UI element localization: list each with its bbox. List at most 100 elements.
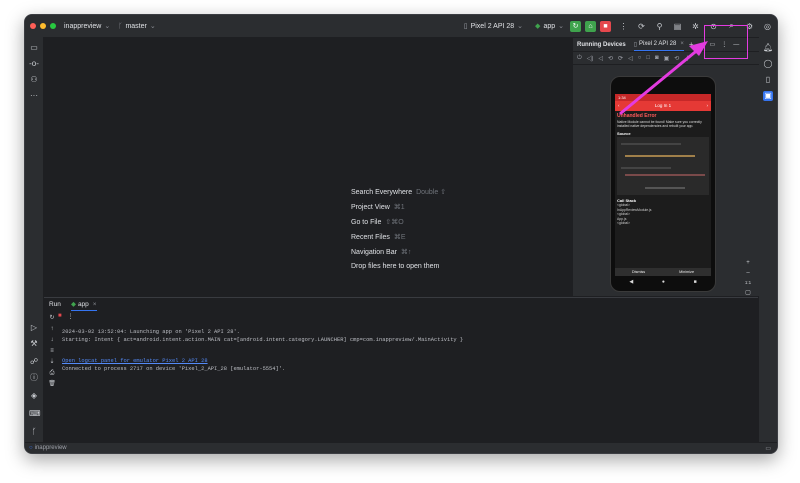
run-config-name: app [543, 22, 556, 30]
scroll-to-end-icon[interactable]: ⇣ [46, 357, 58, 368]
error-message: Native Module cannot be found! Make sure… [617, 120, 702, 128]
rerun-button[interactable]: ↻ [570, 20, 581, 32]
scroll-up-icon[interactable]: ↑ [46, 324, 58, 335]
app-quality-icon[interactable]: ◈ [29, 391, 39, 401]
source-label: Source [617, 131, 631, 136]
hint-shortcut: ⌘↑ [400, 249, 412, 256]
device-name: Pixel 2 API 28 [470, 22, 515, 30]
bug-icon[interactable]: ✲ [690, 21, 701, 32]
minimize-window-button[interactable] [40, 23, 46, 29]
hint-label: Recent Files [351, 234, 390, 241]
hint-label: Navigation Bar [351, 249, 397, 256]
version-control-icon[interactable]: ᚴ [29, 427, 39, 437]
close-window-button[interactable] [30, 23, 36, 29]
editor-empty-area: Search Everywhere Double ⇧ Project View ⌘1… [44, 38, 571, 296]
running-devices-tool-icon[interactable]: ▣ [763, 91, 773, 101]
extended-controls-icon[interactable]: ⋮ [684, 55, 690, 62]
device-tab[interactable]: ▯ Pixel 2 API 28 × [633, 38, 684, 51]
zoom-actual-icon[interactable]: 1:1 [743, 278, 753, 288]
sync-gradle-icon[interactable]: ⟳ [636, 21, 647, 32]
logcat-icon[interactable]: ☍ [29, 357, 39, 367]
zoom-out-icon[interactable]: – [743, 268, 753, 278]
run-config-selector[interactable]: ◆ app ⌄ [535, 22, 564, 31]
device-selector[interactable]: ▯ Pixel 2 API 28 ⌄ [463, 22, 524, 31]
rotate-right-icon[interactable]: ⟳ [618, 55, 623, 62]
status-project-name[interactable]: inappreview [35, 445, 67, 451]
redbox-body: Unhandled Error Native Module cannot be … [615, 111, 711, 276]
phone-icon: ▯ [463, 23, 468, 30]
rerun-icon[interactable]: ↻ [46, 313, 58, 324]
android-nav-bar: ◀ ● ■ [615, 277, 711, 287]
memory-indicator-icon[interactable]: ▭ [765, 445, 771, 452]
branch-name: master [125, 22, 147, 30]
scroll-down-icon[interactable]: ↓ [46, 335, 58, 346]
problems-icon[interactable]: ⓘ [29, 373, 39, 383]
commit-icon[interactable]: -o- [29, 59, 39, 69]
run-tool-icon[interactable]: ▷ [29, 323, 39, 333]
hint-drop-files: Drop files here to open them [351, 263, 439, 270]
folder-icon[interactable]: ▭ [29, 43, 39, 53]
minimize-button[interactable]: Minimize [679, 268, 694, 276]
hint-navigation-bar: Navigation Bar ⌘↑ [351, 248, 411, 256]
terminal-icon[interactable]: ⌨ [29, 409, 41, 419]
run-tool-window: Run ◆ app × ↻ ↑ ↓ ≡ ⇣ ⎙ 🗑︎ ■ ⋮ 2024-03-0… [44, 297, 758, 444]
project-circle-icon: ○ [29, 445, 33, 451]
notifications-icon[interactable]: 🔔︎ [763, 43, 773, 53]
device-file-icon[interactable]: ▯ [763, 75, 773, 85]
nav-home-icon[interactable]: ● [662, 279, 665, 285]
power-icon[interactable]: ⏻ [577, 55, 582, 62]
home-icon[interactable]: ○ [638, 55, 642, 61]
screenshot-icon[interactable]: ◙ [655, 55, 659, 61]
hint-search-everywhere: Search Everywhere Double ⇧ [351, 188, 446, 196]
prev-arrow-icon[interactable]: ‹ [618, 101, 620, 111]
chevron-down-icon: ⌄ [517, 23, 524, 30]
screen-record-icon[interactable]: ▣ [664, 55, 670, 62]
account-icon[interactable]: ◎ [762, 21, 773, 32]
more-tools-icon[interactable]: ··· [29, 91, 39, 101]
add-device-icon[interactable]: + [689, 40, 694, 49]
console-line: 2024-03-02 13:52:04: Launching app on 'P… [62, 329, 240, 335]
rotate-left-icon[interactable]: ⟲ [608, 55, 613, 62]
source-snippet [617, 137, 709, 195]
close-tab-icon[interactable]: × [680, 41, 684, 47]
maximize-window-button[interactable] [50, 23, 56, 29]
run-more-icon[interactable]: ⋮ [68, 313, 74, 320]
nav-recents-icon[interactable]: ■ [694, 279, 697, 285]
phone-icon: ▯ [633, 41, 637, 48]
print-icon[interactable]: ⎙ [46, 368, 58, 379]
project-selector[interactable]: inappreview ⌄ [64, 22, 110, 31]
status-bar: 1:34 [615, 94, 711, 101]
emulator-screen[interactable]: 1:34 ‹ Log In 1 › Unhandled Error Native… [615, 94, 711, 276]
nav-back-icon[interactable]: ◀ [629, 279, 633, 285]
more-actions-icon[interactable]: ⋮ [618, 21, 629, 32]
stop-square-icon[interactable]: ■ [58, 313, 62, 320]
soft-wrap-icon[interactable]: ≡ [46, 346, 58, 357]
console-line: Starting: Intent { act=android.intent.ac… [62, 337, 464, 343]
volume-up-icon[interactable]: ◁) [587, 55, 594, 62]
sdk-manager-icon[interactable]: ▤ [672, 21, 683, 32]
chevron-down-icon: ⌄ [149, 23, 156, 30]
build-hammer-icon[interactable]: ⚒ [29, 339, 39, 349]
back-icon[interactable]: ◁ [628, 55, 633, 62]
zoom-in-icon[interactable]: + [743, 258, 753, 268]
debug-attach-icon[interactable]: ⚲ [654, 21, 665, 32]
stop-button[interactable]: ■ [600, 20, 611, 32]
code-line [645, 187, 685, 189]
snapshot-icon[interactable]: ⟲ [674, 55, 679, 62]
gradle-icon[interactable]: ◯ [763, 59, 773, 69]
status-bar: ○ inappreview ▭ [25, 442, 777, 453]
trash-icon[interactable]: 🗑︎ [46, 379, 58, 390]
next-arrow-icon[interactable]: › [707, 101, 709, 111]
structure-icon[interactable]: ⚇ [29, 75, 39, 85]
dismiss-button[interactable]: Dismiss [632, 268, 645, 276]
volume-down-icon[interactable]: ◁ [598, 55, 603, 62]
branch-selector[interactable]: ᚴ master ⌄ [118, 22, 156, 31]
overview-icon[interactable]: □ [646, 55, 650, 61]
emulator-phone: 1:34 ‹ Log In 1 › Unhandled Error Native… [610, 76, 716, 292]
hint-go-to-file: Go to File ⇧⌘O [351, 218, 404, 226]
close-tab-icon[interactable]: × [93, 301, 97, 308]
apply-changes-button[interactable]: ⌂ [585, 20, 596, 32]
hint-recent-files: Recent Files ⌘E [351, 233, 406, 241]
tab-app[interactable]: ◆ app × [70, 298, 97, 311]
open-logcat-link[interactable]: Open logcat panel for emulator Pixel 2 A… [62, 358, 208, 364]
